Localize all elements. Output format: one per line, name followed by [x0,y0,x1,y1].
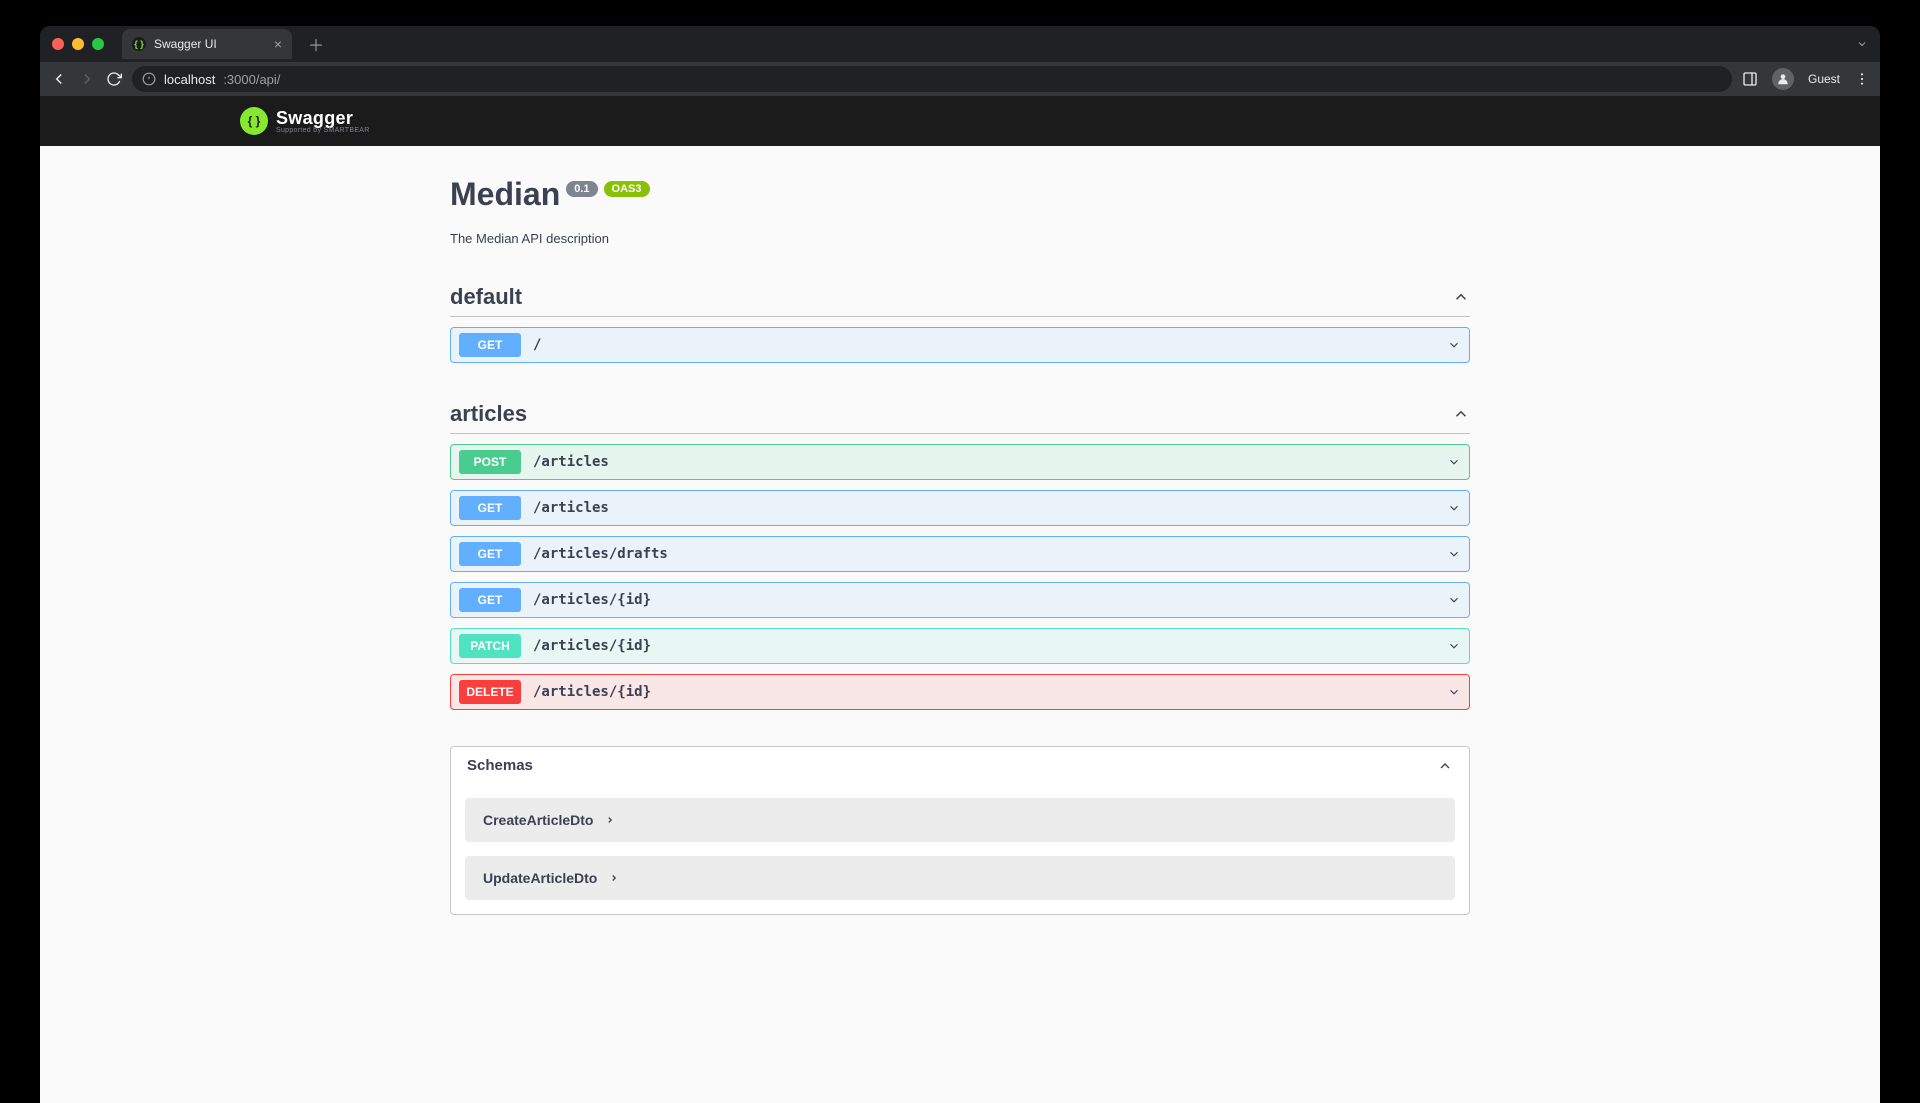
url-host: localhost [164,72,215,87]
chevron-right-icon [605,815,615,825]
operation-path: /articles/{id} [533,592,651,608]
schema-name: UpdateArticleDto [483,870,597,886]
http-method-badge: GET [459,588,521,612]
titlebar: { } Swagger UI × ＋ [40,26,1880,62]
chevron-down-icon [1447,593,1461,607]
window-controls [52,38,104,50]
window-maximize-button[interactable] [92,38,104,50]
operation-path: /articles [533,500,609,516]
operation-path: /articles/{id} [533,638,651,654]
chevron-right-icon [609,873,619,883]
address-bar[interactable]: localhost :3000/api/ [132,66,1732,92]
schema-item[interactable]: CreateArticleDto [465,798,1455,842]
chevron-down-icon [1447,685,1461,699]
oas-badge: OAS3 [604,181,650,197]
swagger-brand: Swagger [276,108,353,128]
forward-button[interactable] [78,70,96,88]
http-method-badge: PATCH [459,634,521,658]
operation-row[interactable]: GET/articles/{id} [450,582,1470,618]
tab-favicon: { } [132,37,146,51]
chevron-up-icon [1437,758,1453,774]
swagger-topbar: { } Swagger Supported by SMARTBEAR [40,96,1880,146]
operation-path: / [533,337,541,353]
operation-path: /articles [533,454,609,470]
schema-name: CreateArticleDto [483,812,593,828]
schemas-title: Schemas [467,757,533,774]
window-minimize-button[interactable] [72,38,84,50]
toolbar-right: Guest [1742,68,1870,90]
version-badge: 0.1 [566,181,597,197]
schemas-header[interactable]: Schemas [451,747,1469,784]
swagger-logo-icon: { } [240,107,268,135]
operation-path: /articles/{id} [533,684,651,700]
tab-title: Swagger UI [154,37,217,51]
chevron-up-icon [1452,288,1470,306]
swagger-brand-sub: Supported by SMARTBEAR [276,127,370,134]
schemas-section: Schemas CreateArticleDto UpdateArticleDto [450,746,1470,915]
operation-row[interactable]: GET/articles [450,490,1470,526]
operation-row[interactable]: PATCH/articles/{id} [450,628,1470,664]
back-button[interactable] [50,70,68,88]
browser-window: { } Swagger UI × ＋ localhost :3000/api/ [40,26,1880,1103]
url-path: :3000/api/ [223,72,280,87]
tag-name: articles [450,401,527,427]
http-method-badge: DELETE [459,680,521,704]
http-method-badge: POST [459,450,521,474]
api-title: Median [450,176,560,213]
profile-avatar[interactable] [1772,68,1794,90]
http-method-badge: GET [459,333,521,357]
browser-tab[interactable]: { } Swagger UI × [122,29,292,59]
operation-row[interactable]: GET / [450,327,1470,363]
page-content: { } Swagger Supported by SMARTBEAR Media… [40,96,1880,1103]
chevron-down-icon [1447,501,1461,515]
chevron-down-icon [1447,338,1461,352]
chevron-down-icon [1447,455,1461,469]
operation-row[interactable]: POST/articles [450,444,1470,480]
profile-label: Guest [1808,72,1840,86]
http-method-badge: GET [459,496,521,520]
browser-toolbar: localhost :3000/api/ Guest [40,62,1880,96]
api-description: The Median API description [450,231,1470,246]
http-method-badge: GET [459,542,521,566]
browser-menu-button[interactable] [1854,71,1870,87]
tag-section: default GET / [450,284,1470,363]
chevron-down-icon [1447,639,1461,653]
operation-path: /articles/drafts [533,546,668,562]
operation-row[interactable]: GET/articles/drafts [450,536,1470,572]
tag-section: articlesPOST/articlesGET/articlesGET/art… [450,401,1470,710]
operation-row[interactable]: DELETE/articles/{id} [450,674,1470,710]
tabs-dropdown-button[interactable] [1856,38,1868,50]
panel-toggle-icon[interactable] [1742,71,1758,87]
api-title-row: Median 0.1 OAS3 [450,176,1470,213]
window-close-button[interactable] [52,38,64,50]
tag-header[interactable]: default [450,284,1470,317]
swagger-logo[interactable]: { } Swagger Supported by SMARTBEAR [240,107,370,135]
chevron-up-icon [1452,405,1470,423]
site-info-icon[interactable] [142,72,156,86]
tag-header[interactable]: articles [450,401,1470,434]
tag-name: default [450,284,522,310]
schema-item[interactable]: UpdateArticleDto [465,856,1455,900]
swagger-ui: Median 0.1 OAS3 The Median API descripti… [450,146,1470,955]
tab-close-button[interactable]: × [274,36,282,52]
reload-button[interactable] [106,71,122,87]
new-tab-button[interactable]: ＋ [300,32,332,56]
chevron-down-icon [1447,547,1461,561]
schemas-body: CreateArticleDto UpdateArticleDto [451,798,1469,914]
